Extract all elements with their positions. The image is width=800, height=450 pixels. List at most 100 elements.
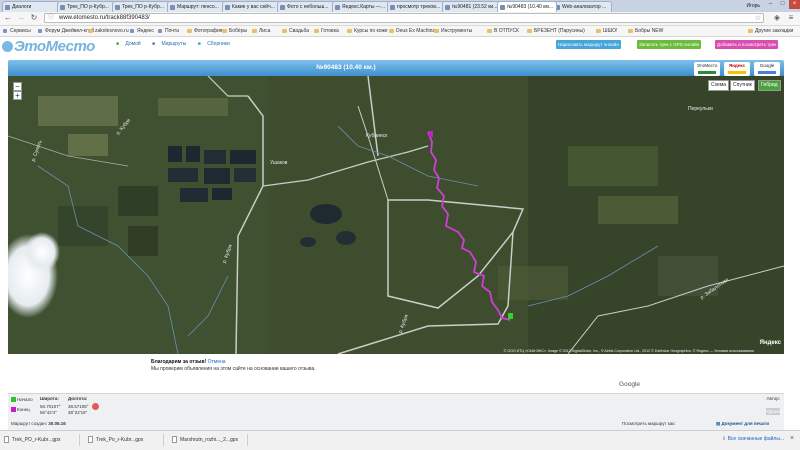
close-icon[interactable]: × (789, 0, 800, 9)
print-document-link[interactable]: ▤ Документ для печати (716, 421, 769, 427)
bookmark-item[interactable]: Яндекс (130, 26, 154, 36)
add-track-button[interactable]: Добавить и посмотреть трек (715, 40, 779, 49)
place-label: Ушаков (270, 160, 288, 166)
nav-home-link[interactable]: ■ Домой (116, 41, 146, 47)
map-type-scheme[interactable]: Схема (708, 80, 730, 91)
browser-tab[interactable]: Трек_ПО р-Кубр... (112, 1, 172, 12)
delete-button[interactable]: Удалить (766, 408, 783, 415)
url-text[interactable]: www.etomesto.ru/track88f390483/ (59, 14, 150, 23)
end-label: Конец (17, 407, 30, 412)
provider-etomesto-mark (698, 71, 716, 74)
ad-cancel-link[interactable]: Отмена (208, 359, 226, 365)
bookmark-item[interactable]: Форум Джейвел-клуб (38, 26, 94, 36)
bookmark-item[interactable]: Готовка (314, 26, 339, 36)
back-icon[interactable]: ← (3, 13, 13, 23)
start-marker-icon[interactable] (508, 313, 513, 319)
bookmark-item[interactable]: Бобры NEW (628, 26, 663, 36)
map-attribution[interactable]: © ООО ИТЦ «СКАНЭКС», Image © 2012 Digita… (504, 349, 754, 353)
created-row: Маршрут создан: 30.05.16 (11, 421, 66, 426)
map-type-hybrid[interactable]: Гибрид (758, 80, 781, 91)
bookmark-item[interactable]: Курсы по коже (347, 26, 388, 36)
bookmark-item[interactable]: Deus Ex Machina (389, 26, 435, 36)
bookmark-star-icon[interactable]: ☆ (755, 14, 761, 23)
record-gps-button[interactable]: Записать трек с GPS онлайн (637, 40, 702, 49)
provider-yandex-button[interactable]: Яндекс (724, 62, 750, 76)
tab-favicon-icon (445, 5, 450, 10)
page-info-icon[interactable]: ⓘ (48, 14, 54, 23)
bookmark-item[interactable]: БРЕЗЕНТ (Парусины) (527, 26, 585, 36)
collections-icon: ■ (197, 41, 201, 47)
document-icon: ▤ (716, 421, 721, 426)
bookmark-item[interactable]: В ОТПУСК (487, 26, 519, 36)
bookmark-item[interactable]: Свадьба (282, 26, 309, 36)
place-label: Переульки (688, 106, 713, 112)
browser-tab[interactable]: Фото с небольш... (277, 1, 337, 12)
lat-header: Широта: (40, 396, 59, 401)
download-item[interactable]: Trek_Po_r-Kubr...gpx (86, 434, 164, 446)
end-marker-icon[interactable] (429, 131, 433, 137)
browser-tab[interactable]: Диалоги (2, 1, 62, 12)
globe-icon (2, 41, 13, 52)
maximize-icon[interactable]: □ (777, 0, 788, 9)
coordinates-format-icon[interactable] (92, 403, 99, 410)
nav-routes-link[interactable]: ■ Маршруты (152, 41, 191, 47)
minimize-icon[interactable]: – (765, 0, 776, 9)
reload-icon[interactable]: ↻ (29, 13, 39, 23)
map-title: №90483 (10.40 км.) (316, 64, 376, 71)
download-item[interactable]: Trek_PO_r-Kubr...gpx (2, 434, 80, 446)
print-document-label: Документ для печати (721, 421, 770, 426)
browser-tab[interactable]: просмотр треков... (387, 1, 447, 12)
download-item-label: Trek_Po_r-Kubr...gpx (96, 437, 144, 443)
bookmark-item[interactable]: Фотография (187, 26, 223, 36)
bookmark-item[interactable]: zakolesnovo.ru (88, 26, 129, 36)
address-bar[interactable]: ⓘ www.etomesto.ru/track88f390483/ ☆ (44, 13, 764, 23)
browser-tab[interactable]: Трек_ПО р-Кубр... (57, 1, 117, 12)
end-flag-icon (11, 407, 16, 412)
bookmark-item[interactable]: Инструменты (434, 26, 472, 36)
show-all-downloads-link[interactable]: ⇩ Все скачанные файлы... (722, 436, 784, 442)
bookmark-label: Лиса (259, 28, 271, 34)
nav-collections-link[interactable]: ■ Сборники (198, 41, 235, 47)
provider-google-button[interactable]: Google (754, 62, 780, 76)
close-downloads-icon[interactable]: × (790, 435, 794, 442)
tab-favicon-icon (390, 5, 395, 10)
browser-tab-label: Трек_ПО р-Кубр... (67, 4, 109, 10)
downloads-bar: Trek_PO_r-Kubr...gpx Trek_Po_r-Kubr...gp… (0, 430, 800, 450)
browser-tab[interactable]: Яндекс.Карты —... (332, 1, 392, 12)
menu-icon[interactable]: ≡ (786, 13, 796, 23)
download-item[interactable]: Marshrutn_rozhi..._2...gpx (170, 434, 248, 446)
browser-tab[interactable]: №90483 (10.40 км... (497, 1, 557, 12)
bookmark-item[interactable]: Бобёры (222, 26, 247, 36)
folder-icon (527, 29, 532, 33)
zoom-in-button[interactable]: + (13, 91, 22, 100)
provider-google-mark (758, 71, 776, 74)
browser-tab[interactable]: Маршрут: пенсо... (167, 1, 227, 12)
browser-tab-label: №90481 (23.52 ки... (452, 4, 498, 10)
bookmark-item[interactable]: Сервисы (3, 26, 31, 36)
provider-etomesto-label: ЭтоМесто (696, 63, 718, 68)
start-longitude: 38.57108° (68, 404, 89, 409)
site-logo[interactable]: ЭтоМесто (2, 37, 95, 57)
bookmark-item[interactable]: Лиса (252, 26, 270, 36)
profile-name[interactable]: Игорь (747, 1, 760, 11)
file-icon (4, 436, 9, 443)
nav-collections-label: Сборники (207, 41, 230, 47)
provider-etomesto-button[interactable]: ЭтоМесто (694, 62, 720, 76)
folder-icon (628, 29, 633, 33)
draw-route-button[interactable]: Нарисовать маршрут онлайн (556, 40, 621, 49)
bookmark-item[interactable]: ШШО! (596, 26, 617, 36)
zoom-out-button[interactable]: − (13, 82, 22, 91)
folder-icon (596, 29, 601, 33)
bookmark-item[interactable]: Другие закладки (748, 26, 793, 36)
page-icon (130, 29, 134, 33)
start-row: Начало (11, 397, 33, 402)
forward-icon[interactable]: → (16, 13, 26, 23)
browser-tab[interactable]: №90481 (23.52 ки... (442, 1, 502, 12)
yandex-map-logo[interactable]: Яндекс (760, 340, 781, 346)
satellite-map[interactable]: − + Схема Спутник Гибрид Кубринск Переул… (8, 76, 784, 354)
bookmark-item[interactable]: Почта (158, 26, 179, 36)
browser-tab[interactable]: Какие у вас сейч... (222, 1, 282, 12)
browser-tab[interactable]: Web-анализатор ... (552, 1, 612, 12)
extension-icon[interactable]: ◈ (772, 13, 782, 23)
map-type-satellite[interactable]: Спутник (730, 80, 755, 91)
